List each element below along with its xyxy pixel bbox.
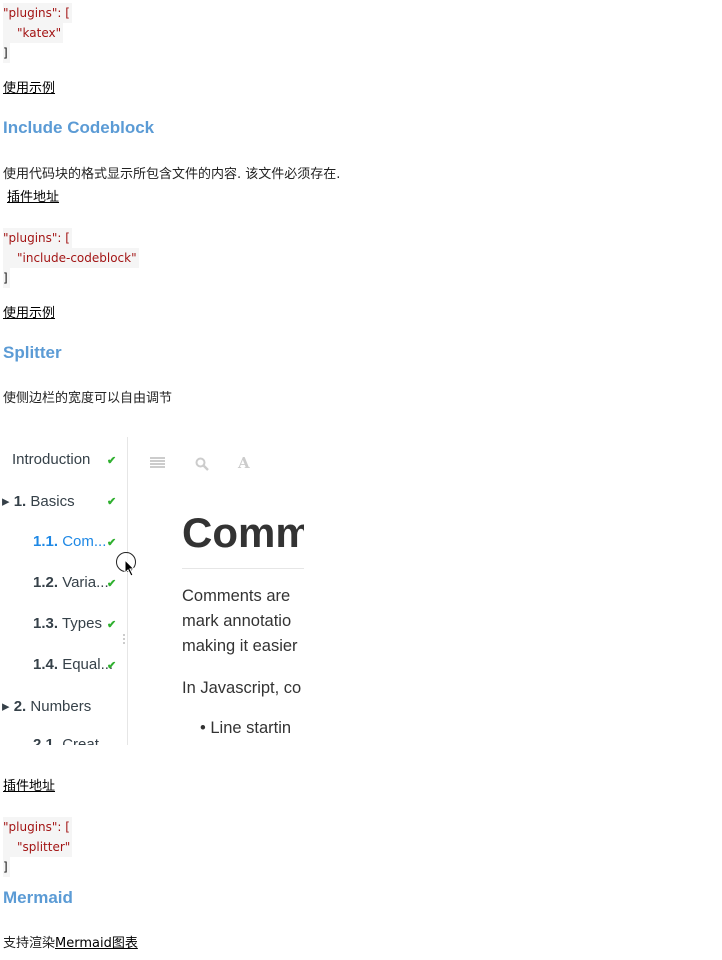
check-icon: ✔ xyxy=(107,660,117,672)
sidebar-item[interactable]: 1.3. Types xyxy=(33,615,102,632)
sidebar-item-active[interactable]: 1.1. Com... xyxy=(33,533,106,550)
demo-sidebar: Introduction ✔ ▸ 1. Basics ✔ 1.1. Com...… xyxy=(0,437,128,745)
katex-example-link[interactable]: 使用示例 xyxy=(3,77,55,96)
sidebar-item[interactable]: 2.1. Creat xyxy=(33,736,99,745)
splitter-description: 使侧边栏的宽度可以自由调节 xyxy=(3,391,173,406)
code-line: "splitter" xyxy=(17,840,71,854)
sidebar-item-number: 1. xyxy=(13,493,27,510)
sidebar-item-number: 1.1. xyxy=(33,533,59,550)
demo-paragraph: In Javascript, co xyxy=(182,679,302,697)
code-line: "katex" xyxy=(17,26,62,40)
sidebar-item-label: Varia... xyxy=(62,574,109,591)
demo-paragraph-line: Comments are xyxy=(182,587,291,605)
code-line: ] xyxy=(3,271,8,285)
sidebar-item-label: Equal... xyxy=(62,656,114,673)
title-divider xyxy=(182,568,304,569)
splitter-heading: Splitter xyxy=(3,343,62,362)
code-line: "include-codeblock" xyxy=(17,251,137,265)
mermaid-link[interactable]: Mermaid图表 xyxy=(55,936,138,951)
include-codeblock-example-link[interactable]: 使用示例 xyxy=(3,302,55,321)
code-line: ] xyxy=(3,46,8,60)
splitter-code-block: "plugins": [ "splitter" ] xyxy=(3,817,73,877)
demo-paragraph-line: mark annotatio xyxy=(182,612,292,630)
check-icon: ✔ xyxy=(107,455,117,467)
code-line: "plugins": [ xyxy=(3,820,70,834)
sidebar-item-number: 1.2. xyxy=(33,574,59,591)
check-icon: ✔ xyxy=(107,496,117,508)
sidebar-item-number: 1.3. xyxy=(33,615,59,632)
check-icon: ✔ xyxy=(107,619,117,631)
demo-content: A Comm Comments are mark annotatio makin… xyxy=(128,437,304,745)
demo-paragraph-line: making it easier xyxy=(182,637,298,655)
sidebar-item[interactable]: Introduction xyxy=(12,451,90,468)
search-icon[interactable] xyxy=(195,457,209,471)
code-line: "plugins": [ xyxy=(3,231,70,245)
font-settings-icon[interactable]: A xyxy=(238,454,250,472)
katex-code-block: "plugins": [ "katex" ] xyxy=(3,3,72,63)
demo-page-title: Comm xyxy=(182,509,304,556)
sidebar-item[interactable]: ▸ 1. Basics xyxy=(2,492,75,510)
include-codeblock-plugin-link[interactable]: 插件地址 xyxy=(7,186,59,205)
menu-icon[interactable] xyxy=(150,457,165,469)
sidebar-item[interactable]: ▸ 2. Numbers xyxy=(2,697,91,715)
sidebar-item-label: Com... xyxy=(62,533,107,550)
sidebar-item-label: Introduction xyxy=(12,451,91,468)
sidebar-item-number: 2. xyxy=(13,698,27,715)
splitter-handle[interactable] xyxy=(123,634,127,644)
check-icon: ✔ xyxy=(107,537,117,549)
sidebar-item-label: Basics xyxy=(30,493,75,510)
sidebar-item[interactable]: 1.4. Equal... xyxy=(33,656,113,673)
demo-bullet-text: Line startin xyxy=(210,719,292,737)
include-codeblock-description: 使用代码块的格式显示所包含文件的内容. 该文件必须存在. xyxy=(3,167,341,182)
mermaid-description: 支持渲染Mermaid图表 xyxy=(3,932,138,951)
mermaid-description-text: 支持渲染 xyxy=(3,936,56,951)
sidebar-item-number: 1.4. xyxy=(33,656,59,673)
include-codeblock-heading: Include Codeblock xyxy=(3,118,155,137)
code-line: ] xyxy=(3,860,8,874)
demo-bullet-item: • Line startin xyxy=(200,719,292,737)
check-icon: ✔ xyxy=(107,578,117,590)
sidebar-item-label: Types xyxy=(61,615,102,632)
sidebar-item-label: Numbers xyxy=(30,698,92,715)
splitter-demo-image: Introduction ✔ ▸ 1. Basics ✔ 1.1. Com...… xyxy=(0,437,304,745)
sidebar-item[interactable]: 1.2. Varia... xyxy=(33,574,109,591)
include-codeblock-code-block: "plugins": [ "include-codeblock" ] xyxy=(3,228,139,288)
mermaid-heading: Mermaid xyxy=(3,888,73,907)
sidebar-item-label: Creat xyxy=(62,736,99,745)
code-line: "plugins": [ xyxy=(3,6,70,20)
sidebar-item-number: 2.1. xyxy=(33,736,59,745)
splitter-plugin-link[interactable]: 插件地址 xyxy=(3,775,55,794)
